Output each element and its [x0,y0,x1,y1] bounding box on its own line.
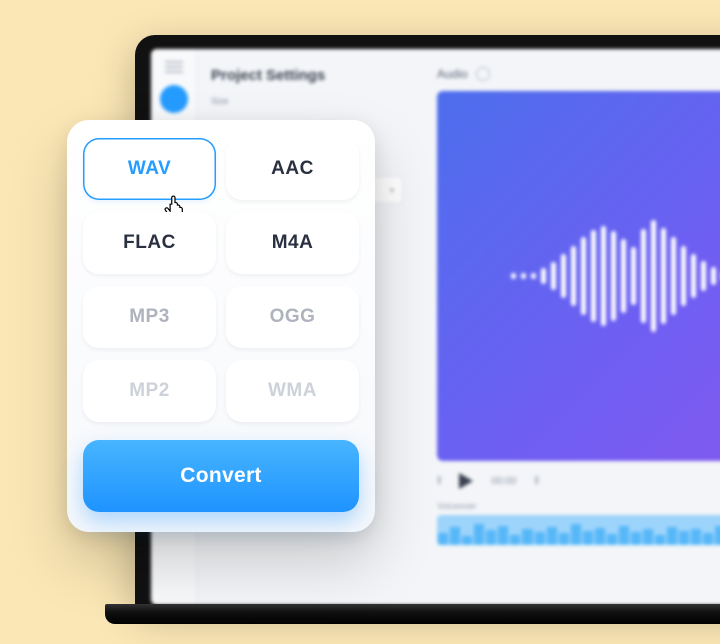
play-icon[interactable] [459,473,473,489]
waveform-icon [511,220,720,332]
format-option-wav[interactable]: WAV [83,138,216,200]
format-option-mp3[interactable]: MP3 [83,286,216,348]
audio-tab[interactable]: Audio [437,67,468,81]
settings-icon[interactable] [160,85,188,113]
format-grid: WAV AAC FLAC M4A MP3 OGG MP2 WMA [83,138,359,422]
format-option-mp2[interactable]: MP2 [83,360,216,422]
panel-title: Project Settings [211,67,403,84]
format-option-wma[interactable]: WMA [226,360,359,422]
time-display: 00:00 [491,476,516,487]
waveform-canvas [437,91,720,461]
menu-icon[interactable] [165,61,183,73]
next-icon[interactable]: ⦀ [534,476,538,487]
format-option-flac[interactable]: FLAC [83,212,216,274]
prev-icon[interactable]: ⦀ [437,476,441,487]
laptop-base [105,604,720,624]
format-option-m4a[interactable]: M4A [226,212,359,274]
format-picker-modal: WAV AAC FLAC M4A MP3 OGG MP2 WMA Convert [67,120,375,532]
playback-controls: ⦀ 00:00 ⦀ [437,461,720,501]
format-option-ogg[interactable]: OGG [226,286,359,348]
timeline-track[interactable] [437,515,720,545]
voiceover-label: Voiceover [437,501,720,511]
preview-area: Audio [417,49,720,605]
format-option-aac[interactable]: AAC [226,138,359,200]
convert-button[interactable]: Convert [83,440,359,512]
size-label: Size [211,96,403,106]
cloud-icon[interactable] [476,67,490,81]
